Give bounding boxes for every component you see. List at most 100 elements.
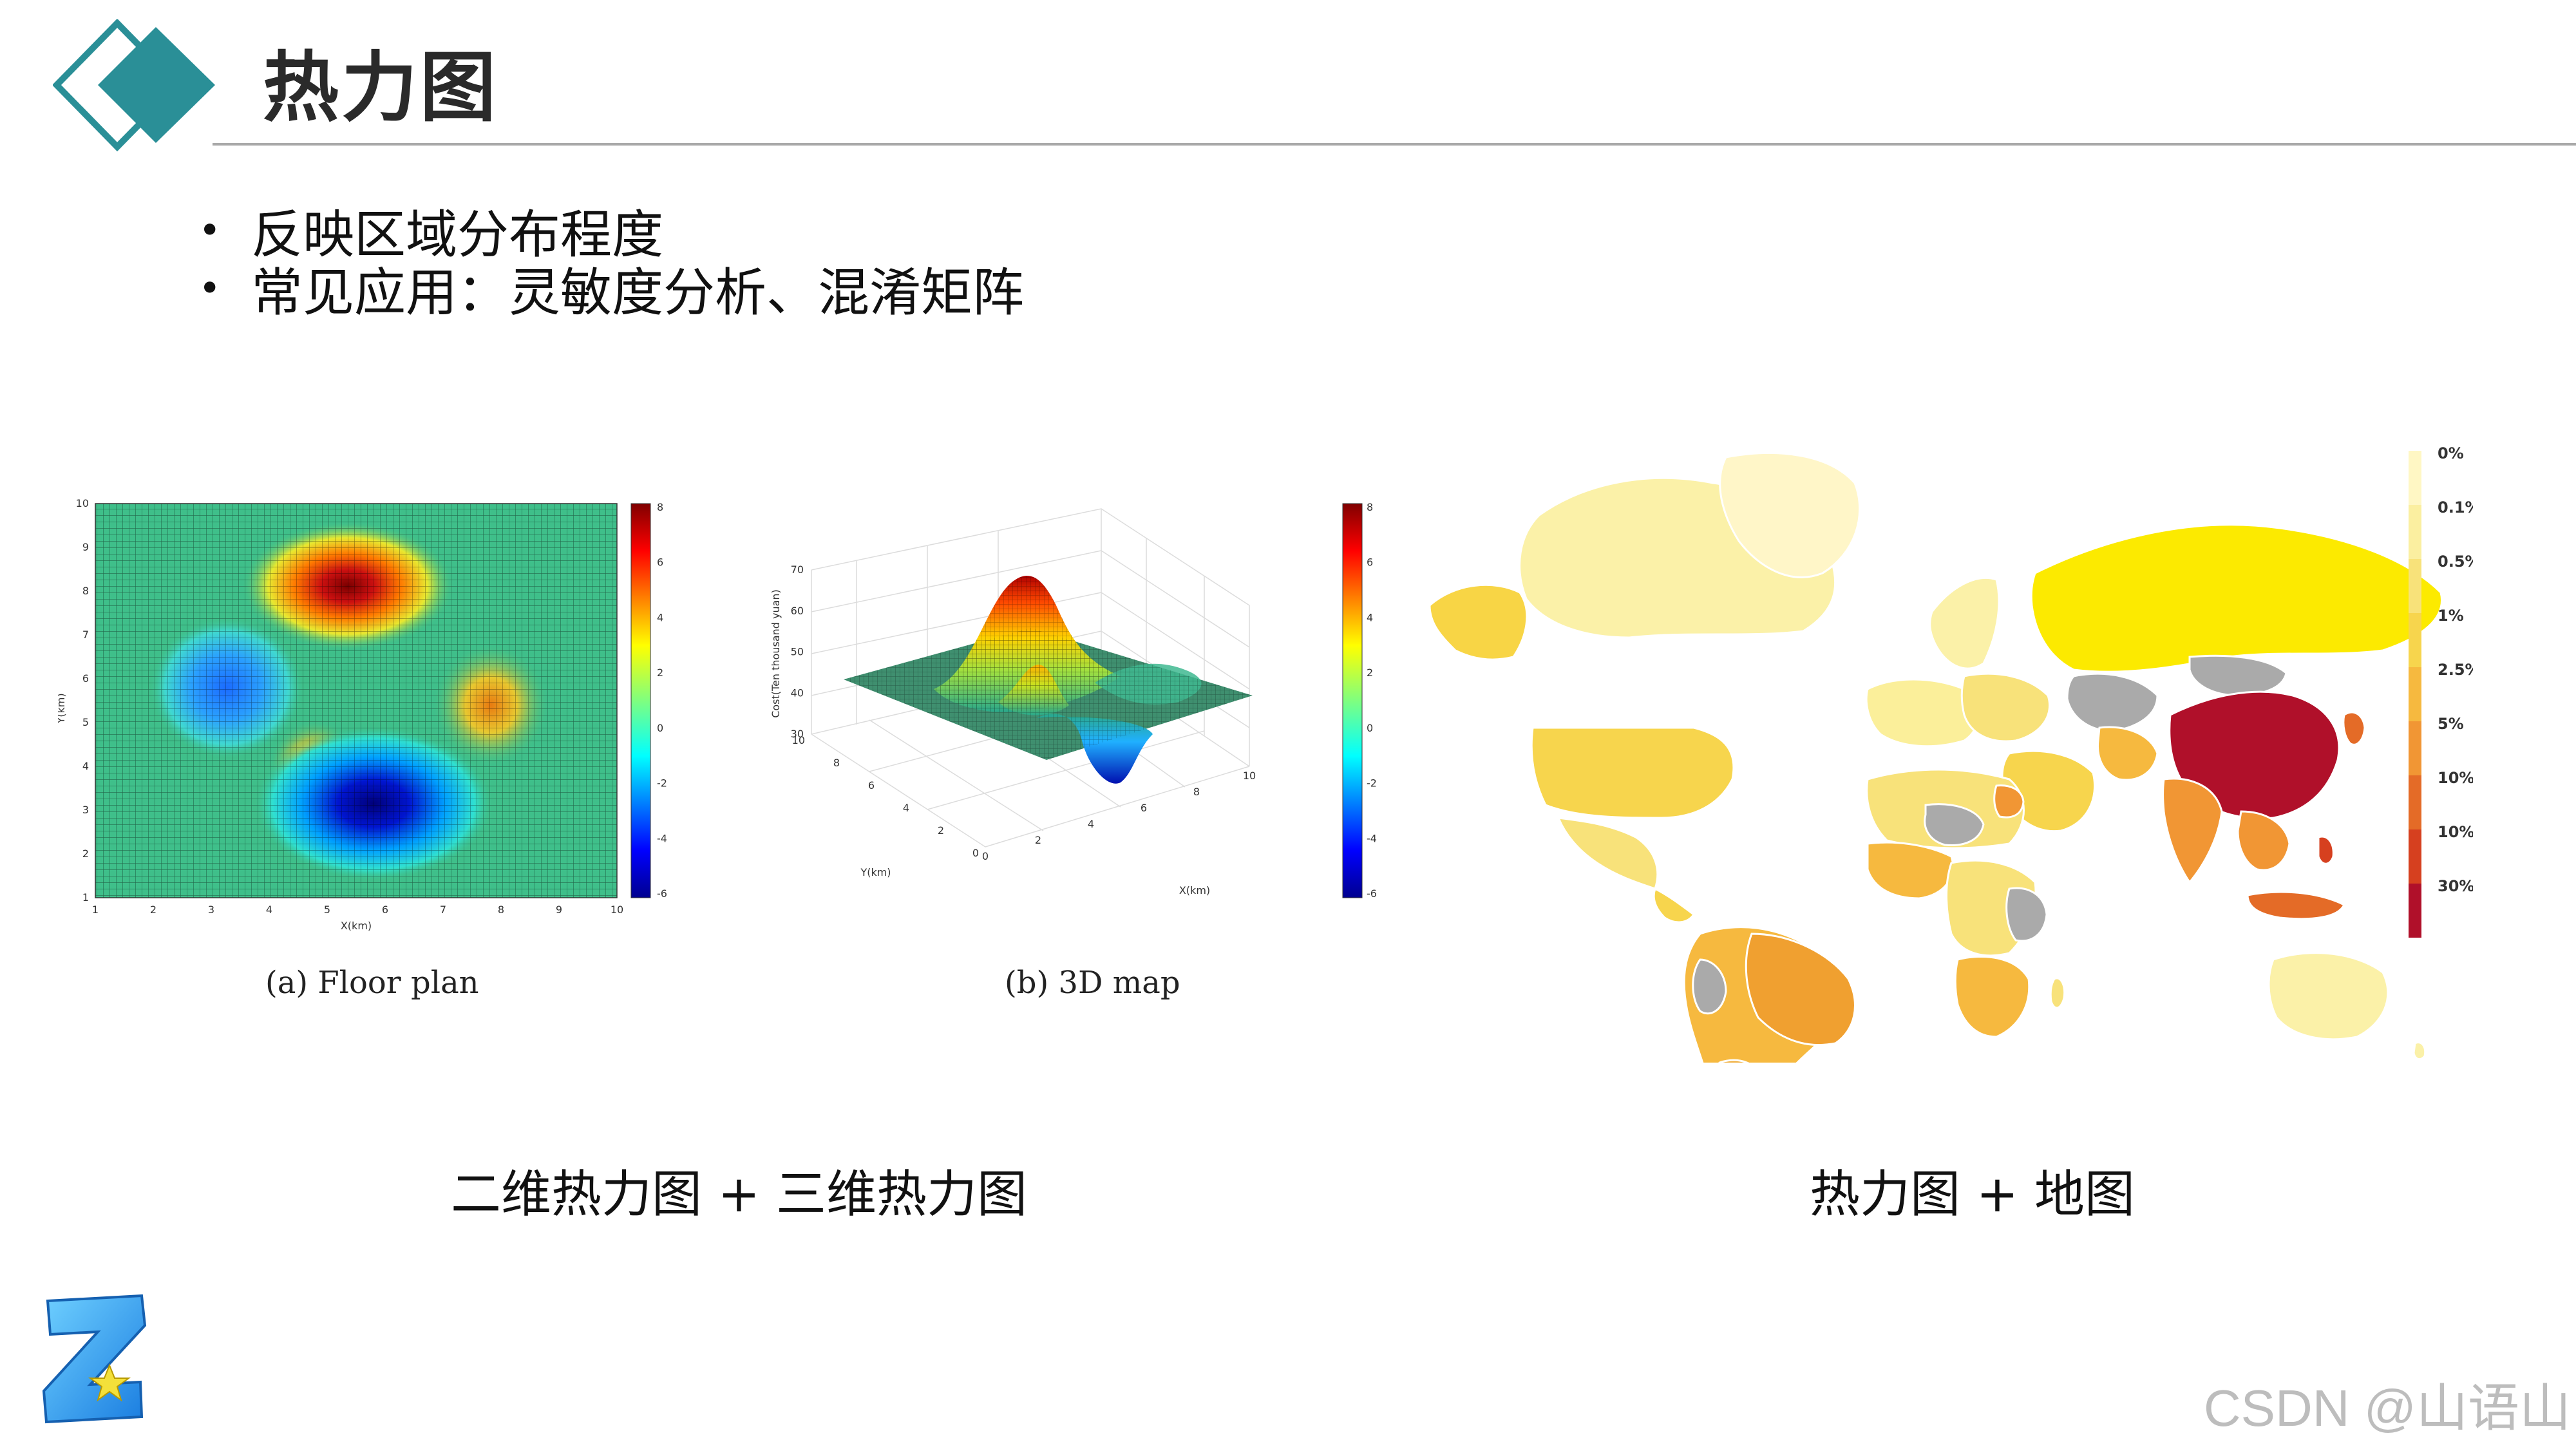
floor-plan-figure: 1 2 3 4 5 6 7 8 9 10 1 2 3 4 5 6 7 8 9 10 X(km) Y(km) 8 6 4 2… xyxy=(55,496,689,953)
region-iran xyxy=(2096,726,2159,781)
region-usa xyxy=(1530,726,1735,819)
y-tick-label: 2 xyxy=(82,848,89,860)
x-axis-ticks: 1 2 3 4 5 6 7 8 9 10 xyxy=(92,904,623,916)
region-new-zealand xyxy=(2412,1041,2427,1061)
legend-label: 10% xyxy=(2438,823,2473,841)
legend-label: 30% xyxy=(2438,877,2473,895)
bullet-dot-icon: • xyxy=(198,208,222,253)
y-tick-label: 6 xyxy=(82,672,89,685)
y-tick-label: 1 xyxy=(82,891,89,904)
colorbar-tick-label: 0 xyxy=(1367,722,1373,734)
legend-swatch xyxy=(2409,451,2421,505)
title-divider xyxy=(213,143,2576,146)
y-tick-label: 10 xyxy=(792,734,805,746)
colorbar-tick-label: 6 xyxy=(657,556,663,569)
colorbar-tick-label: 8 xyxy=(657,501,663,513)
z-star-logo-icon xyxy=(42,1294,147,1424)
y-axis-label: Y(km) xyxy=(860,866,891,878)
y-axis-label: Y(km) xyxy=(58,693,67,724)
region-india xyxy=(2162,777,2223,884)
map-legend: 0% 0.1% 0.5% 1% 2.5% 5% 10% 10% 30% xyxy=(2409,444,2481,938)
region-korea-japan xyxy=(2342,711,2366,746)
y-tick-label: 3 xyxy=(82,804,89,816)
colorbar-tick-label: 2 xyxy=(657,667,663,679)
x-tick-label: 9 xyxy=(556,904,562,916)
legend-swatch xyxy=(2409,667,2421,721)
colorbar-tick-label: 4 xyxy=(1367,611,1373,623)
z-tick-label: 50 xyxy=(791,646,804,658)
y-tick-label: 6 xyxy=(868,779,875,791)
colorbar-tick-label: -6 xyxy=(1367,887,1377,900)
bullet-dot-icon: • xyxy=(198,266,222,311)
diamond-logo-icon xyxy=(52,18,215,152)
x-tick-label: 3 xyxy=(208,904,214,916)
page-title: 热力图 xyxy=(263,43,499,132)
z-axis-label: Cost(Ten thousand yuan) xyxy=(770,589,782,718)
legend-label: 10% xyxy=(2438,769,2473,787)
x-tick-label: 5 xyxy=(324,904,330,916)
z-tick-label: 40 xyxy=(791,687,804,699)
z-axis-ticks: 7060504030 xyxy=(791,564,804,740)
colorbar-tick-label: -2 xyxy=(657,777,667,790)
y-tick-label: 10 xyxy=(76,497,89,509)
y-tick-label: 8 xyxy=(82,585,89,597)
z-tick-label: 60 xyxy=(791,605,804,617)
region-southeast-asia xyxy=(2237,810,2291,871)
colorbar-tick-label: 4 xyxy=(657,611,663,623)
legend-swatch xyxy=(2409,559,2421,613)
y-tick-label: 8 xyxy=(833,757,840,769)
legend-swatch xyxy=(2409,613,2421,667)
csdn-watermark: CSDN @山语山 xyxy=(2203,1379,2571,1437)
x-axis-ticks: 0 2 4 6 8 10 xyxy=(982,770,1256,862)
colorbar-ticks: 8 6 4 2 0 -2 -4 -6 xyxy=(657,501,667,900)
x-tick-label: 8 xyxy=(1193,786,1200,798)
y-tick-label: 5 xyxy=(82,716,89,728)
3d-surface xyxy=(844,575,1253,784)
legend-swatch xyxy=(2409,505,2421,559)
right-section-caption: 热力图 + 地图 xyxy=(1810,1166,2135,1224)
3d-map-caption: (b) 3D map xyxy=(1005,965,1180,1001)
colorbar: 8 6 4 2 0 -2 -4 -6 xyxy=(630,501,667,900)
region-west-africa xyxy=(1866,841,1955,900)
colorbar-tick-label: 2 xyxy=(1367,667,1373,679)
z-logo xyxy=(39,1288,155,1426)
x-axis-label: X(km) xyxy=(1179,884,1210,896)
x-tick-label: 7 xyxy=(440,904,446,916)
x-tick-label: 6 xyxy=(1141,802,1147,814)
region-central-america xyxy=(1653,887,1696,923)
x-tick-label: 10 xyxy=(611,904,623,916)
legend-swatch xyxy=(2409,884,2421,938)
region-central-asia-grey xyxy=(2066,672,2159,732)
y-tick-label: 4 xyxy=(903,802,909,814)
x-tick-label: 6 xyxy=(382,904,388,916)
z-tick-label: 70 xyxy=(791,564,804,576)
x-tick-label: 2 xyxy=(150,904,156,916)
x-tick-label: 2 xyxy=(1035,834,1041,846)
region-australia xyxy=(2268,952,2389,1041)
y-tick-label: 7 xyxy=(82,629,89,641)
colorbar-tick-label: -4 xyxy=(1367,832,1377,844)
colorbar-tick-label: -4 xyxy=(657,832,667,844)
slide-logo xyxy=(52,18,227,152)
x-tick-label: 10 xyxy=(1243,770,1256,782)
region-russia xyxy=(2030,524,2443,673)
region-alaska xyxy=(1428,583,1528,661)
x-tick-label: 4 xyxy=(266,904,272,916)
x-tick-label: 8 xyxy=(498,904,504,916)
y-axis-ticks: 10 8 6 4 2 0 xyxy=(792,734,979,859)
y-tick-label: 4 xyxy=(82,760,89,772)
region-mexico xyxy=(1557,817,1659,890)
floor-plan-caption: (a) Floor plan xyxy=(265,965,479,1001)
region-east-africa-grey xyxy=(2005,887,2048,942)
region-scandinavia xyxy=(1929,576,2000,670)
legend-label: 0.5% xyxy=(2438,553,2473,571)
colorbar-tick-label: 8 xyxy=(1367,501,1373,513)
x-tick-label: 4 xyxy=(1088,818,1094,830)
colorbar-tick-label: 6 xyxy=(1367,556,1373,569)
bullet-text: 常见应用：灵敏度分析、混淆矩阵 xyxy=(251,263,1024,323)
bullet-item-2: • 常见应用：灵敏度分析、混淆矩阵 xyxy=(198,251,1024,326)
legend-label: 0.1% xyxy=(2438,498,2473,516)
legend-label: 0% xyxy=(2438,444,2464,462)
left-section-caption: 二维热力图 + 三维热力图 xyxy=(451,1166,1027,1224)
x-tick-label: 1 xyxy=(92,904,99,916)
